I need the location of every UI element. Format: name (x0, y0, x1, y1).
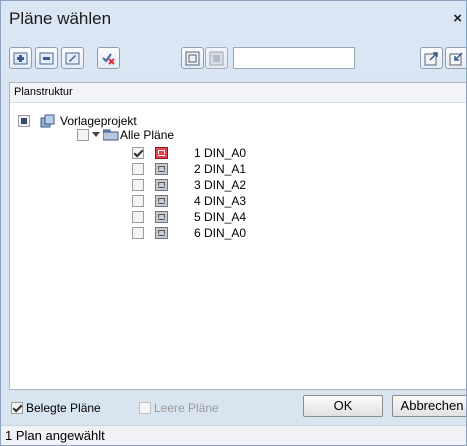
tree-item-plan[interactable]: 3 DIN_A2 (10, 177, 310, 193)
tree-item-plan[interactable]: 6 DIN_A0 (10, 225, 310, 241)
tree-item-plan[interactable]: 1 DIN_A0 (10, 145, 310, 161)
project-checkbox[interactable] (18, 115, 30, 127)
plan-icon (155, 227, 168, 239)
close-icon[interactable]: × (453, 10, 462, 27)
project-icon (40, 114, 55, 128)
expand-arrow-icon[interactable] (92, 132, 100, 138)
plan-checkbox[interactable] (132, 227, 144, 239)
belegte-plaene-checkbox[interactable] (11, 402, 23, 414)
plan-checkbox[interactable] (132, 147, 144, 159)
plan-view-disabled-icon (209, 51, 224, 65)
plan-structure-panel: Planstruktur Vorlageprojekt Alle Pläne 1… (9, 82, 466, 390)
plan-active-icon (155, 147, 168, 159)
toolbar (1, 39, 466, 77)
ok-button[interactable]: OK (303, 395, 383, 417)
status-bar: 1 Plan angewählt (1, 425, 466, 445)
panel-header: Planstruktur (10, 83, 466, 103)
status-text: 1 Plan angewählt (5, 428, 105, 443)
folder-icon (103, 129, 119, 141)
plan-view-icon (185, 51, 200, 65)
dialog-title: Pläne wählen (9, 9, 112, 28)
folder-checkbox[interactable] (77, 129, 89, 141)
plan-label: 2 DIN_A1 (194, 162, 247, 176)
plan-icon (155, 195, 168, 207)
import-button[interactable] (445, 47, 466, 69)
plan-checkbox[interactable] (132, 179, 144, 191)
plan-select-dialog: Pläne wählen × Planstruktur Vorlageproje… (0, 0, 467, 446)
leere-plaene-label: Leere Pläne (154, 401, 219, 415)
plan-label: 4 DIN_A3 (194, 194, 247, 208)
plan-label: 6 DIN_A0 (194, 226, 247, 240)
plan-checkbox[interactable] (132, 163, 144, 175)
plan-view-disabled-button[interactable] (205, 47, 228, 69)
export-button[interactable] (420, 47, 443, 69)
import-icon (449, 51, 463, 65)
plan-label: 3 DIN_A2 (194, 178, 247, 192)
plan-icon (155, 163, 168, 175)
add-plan-button[interactable] (9, 47, 32, 69)
add-plan-icon (13, 52, 28, 64)
panel-header-label: Planstruktur (14, 86, 73, 98)
rename-plan-button[interactable] (61, 47, 84, 69)
leere-plaene-checkbox[interactable] (139, 402, 151, 414)
search-input[interactable] (233, 47, 355, 69)
remove-plan-button[interactable] (35, 47, 58, 69)
uncheck-all-button[interactable] (97, 47, 120, 69)
cancel-button[interactable]: Abbrechen (392, 395, 466, 417)
plan-checkbox[interactable] (132, 195, 144, 207)
tree-item-plan[interactable]: 2 DIN_A1 (10, 161, 310, 177)
rename-plan-icon (65, 52, 80, 64)
tree-item-plan[interactable]: 5 DIN_A4 (10, 209, 310, 225)
remove-plan-icon (39, 52, 54, 64)
export-icon (424, 51, 438, 65)
folder-label: Alle Pläne (120, 128, 175, 142)
plan-icon (155, 211, 168, 223)
belegte-plaene-label: Belegte Pläne (26, 401, 101, 415)
plan-checkbox[interactable] (132, 211, 144, 223)
plan-label: 5 DIN_A4 (194, 210, 247, 224)
tree-item-plan[interactable]: 4 DIN_A3 (10, 193, 310, 209)
plan-label: 1 DIN_A0 (194, 146, 247, 160)
plan-icon (155, 179, 168, 191)
tree-item-folder[interactable]: Alle Pläne (10, 127, 310, 143)
uncheck-all-icon (102, 52, 115, 65)
plan-view-button[interactable] (181, 47, 204, 69)
button-bar: Belegte Pläne Leere Pläne OK Abbrechen (1, 391, 466, 425)
title-bar: Pläne wählen × (1, 1, 466, 39)
